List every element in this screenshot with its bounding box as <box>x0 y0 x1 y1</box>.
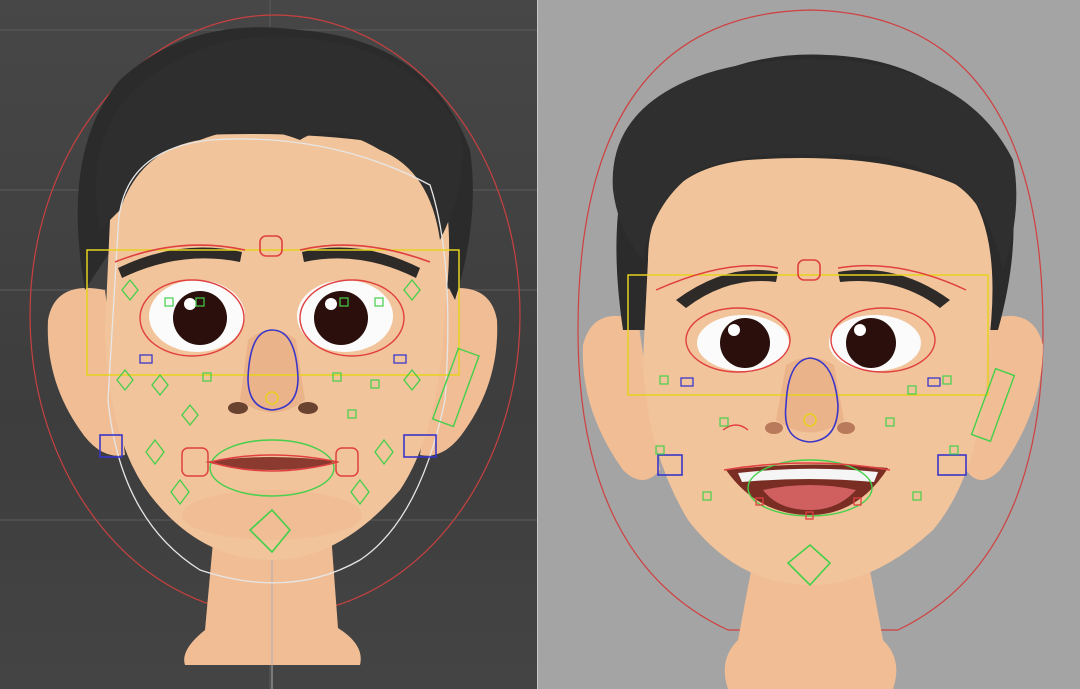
nose-shadow-left <box>228 402 248 414</box>
right-eye-highlight <box>854 324 866 336</box>
left-eye-highlight <box>184 298 196 310</box>
left-eye-pupil <box>173 291 227 345</box>
nose <box>240 330 305 413</box>
nose-shadow-left <box>765 422 783 434</box>
left-eye-pupil <box>720 318 770 368</box>
left-eye-highlight <box>728 324 740 336</box>
right-eye-highlight <box>325 298 337 310</box>
left-viewport-canvas <box>0 0 538 689</box>
chin-shade <box>182 490 362 540</box>
nose-shadow-right <box>837 422 855 434</box>
left-viewport[interactable] <box>0 0 538 689</box>
right-viewport[interactable] <box>538 0 1080 689</box>
right-eye-pupil <box>314 291 368 345</box>
nose-shadow-right <box>298 402 318 414</box>
right-viewport-canvas <box>577 9 1044 689</box>
right-eye-pupil <box>846 318 896 368</box>
rig-comparison-screen <box>0 0 1080 689</box>
